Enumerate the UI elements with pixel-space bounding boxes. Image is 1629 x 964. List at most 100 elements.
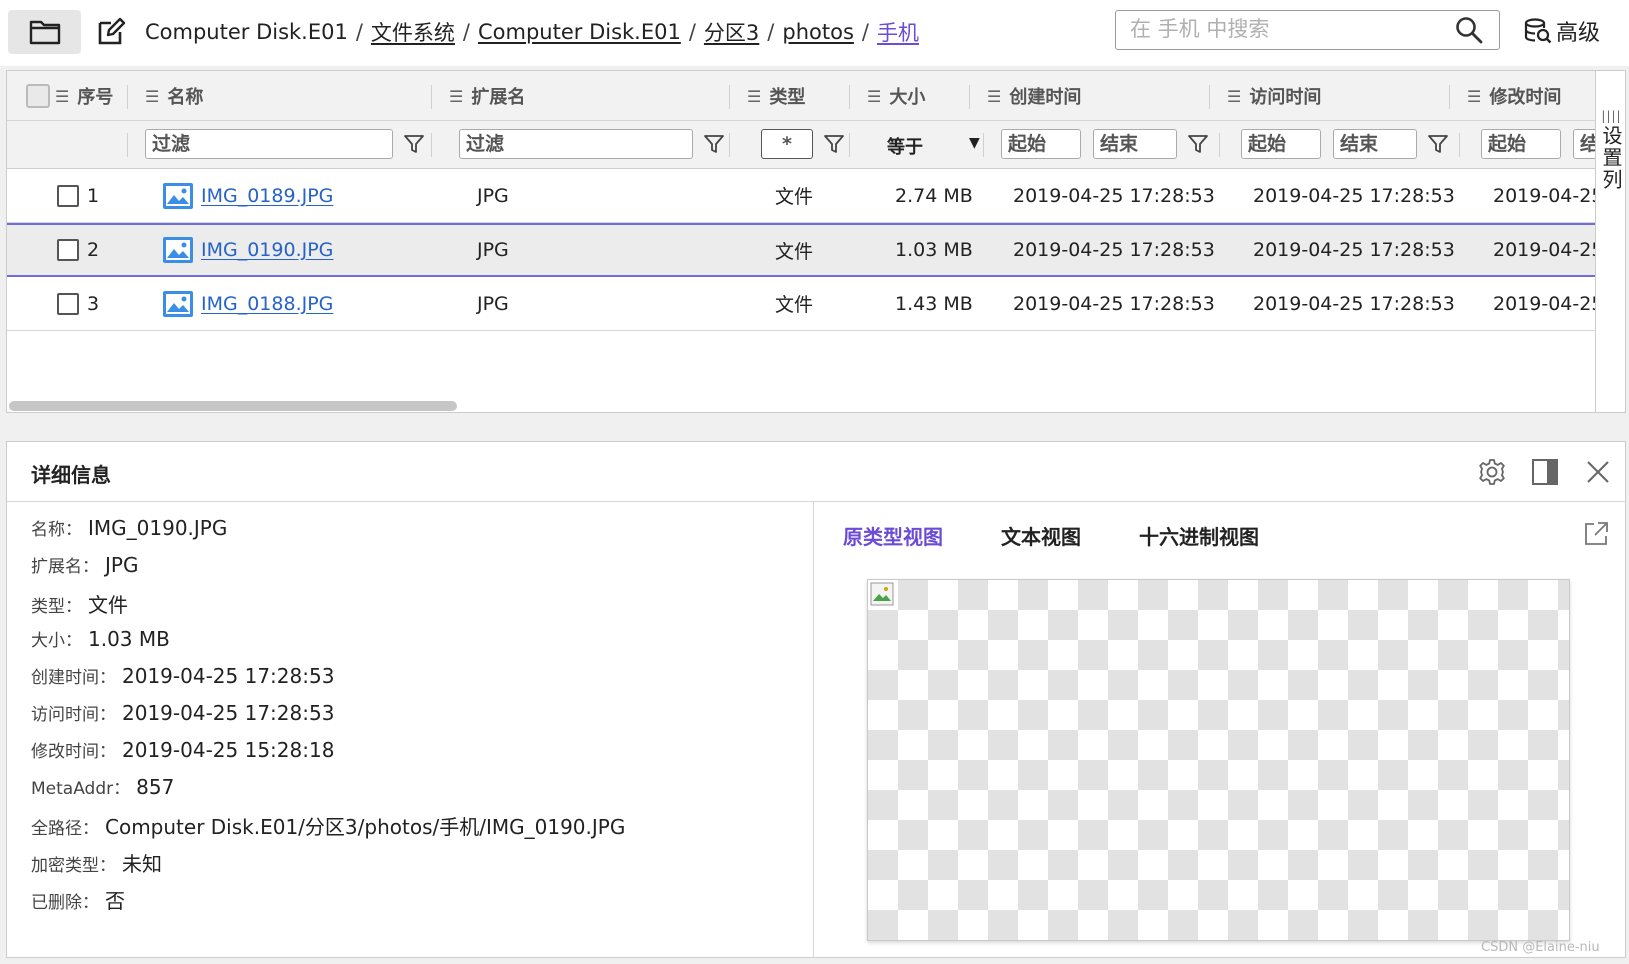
column-divider[interactable] (1449, 85, 1450, 109)
row-checkbox[interactable] (57, 239, 79, 261)
accessed-end-input[interactable]: 结束 (1333, 129, 1417, 159)
type-filter-input[interactable]: * (761, 129, 813, 159)
column-divider[interactable] (1209, 85, 1210, 109)
modified-start-input[interactable]: 起始 (1481, 129, 1561, 159)
property-key: 全路径： (31, 819, 99, 839)
accessed-start-input[interactable]: 起始 (1241, 129, 1321, 159)
funnel-icon[interactable] (823, 133, 845, 155)
table-row[interactable]: 1 IMG_0189.JPG JPG 文件 2.74 MB 2019-04-25… (7, 169, 1603, 223)
column-divider (849, 133, 850, 157)
row-size: 2.74 MB (895, 184, 973, 207)
details-panel: 详细信息 名称： IMG_0190.JPG 扩展名： JPG 类型： 文件 大小： 1.… (6, 441, 1626, 958)
breadcrumb-separator: / (861, 20, 869, 44)
file-name-link[interactable]: IMG_0189.JPG (201, 185, 333, 207)
row-created: 2019-04-25 17:28:53 (1013, 184, 1215, 207)
column-settings-label: 设置列 (1599, 125, 1623, 191)
external-link-icon[interactable] (1582, 520, 1610, 548)
funnel-icon[interactable] (703, 133, 725, 155)
edit-icon[interactable] (96, 17, 126, 47)
column-header-created[interactable]: ☰ 创建时间 (987, 71, 1081, 121)
column-header-modified[interactable]: ☰ 修改时间 (1467, 71, 1561, 121)
table-row[interactable]: 3 IMG_0188.JPG JPG 文件 1.43 MB 2019-04-25… (7, 277, 1603, 331)
column-header-type[interactable]: ☰ 类型 (747, 71, 805, 121)
breadcrumb-item-disk[interactable]: Computer Disk.E01 (478, 20, 681, 44)
column-label: 修改时间 (1489, 87, 1562, 108)
filter-row: 过滤 过滤 * 等于 ▼ 起始 结束 起始 结束 起始 结 (7, 121, 1613, 169)
created-end-input[interactable]: 结束 (1093, 129, 1177, 159)
property-key: 加密类型： (31, 856, 116, 876)
breadcrumb-item-filesystem[interactable]: 文件系统 (371, 17, 455, 47)
column-menu-icon: ☰ (747, 86, 762, 106)
search-input[interactable] (1116, 11, 1436, 47)
folder-button[interactable] (8, 10, 81, 54)
property-encryption: 加密类型： 未知 (31, 848, 625, 885)
column-label: 序号 (77, 87, 114, 108)
split-panel-icon[interactable] (1530, 457, 1560, 487)
row-type: 文件 (775, 186, 814, 208)
row-checkbox[interactable] (57, 292, 79, 315)
column-header-index[interactable]: ☰ 序号 (55, 71, 113, 121)
funnel-icon[interactable] (403, 133, 425, 155)
tab-original-view[interactable]: 原类型视图 (843, 521, 943, 550)
file-name-link[interactable]: IMG_0188.JPG (201, 293, 333, 315)
created-start-input[interactable]: 起始 (1001, 129, 1081, 159)
property-key: 大小： (31, 631, 82, 651)
row-accessed: 2019-04-25 17:28:53 (1253, 184, 1455, 207)
table-header: ☰ 序号 ☰ 名称 ☰ 扩展名 ☰ 类型 ☰ 大小 ☰ 创建时间 ☰ 访问时间 ☰ 修改时间 (7, 71, 1595, 121)
ext-filter-input[interactable]: 过滤 (459, 129, 693, 159)
column-divider[interactable] (729, 85, 730, 109)
property-value: Computer Disk.E01/分区3/photos/手机/IMG_0190… (105, 815, 626, 839)
grip-icon: |||| (1601, 109, 1622, 123)
row-size: 1.03 MB (895, 239, 973, 261)
panel-divider[interactable] (813, 502, 814, 958)
column-divider (983, 133, 984, 157)
select-all-checkbox[interactable] (26, 84, 50, 108)
row-checkbox[interactable] (57, 184, 79, 207)
breadcrumb-root[interactable]: Computer Disk.E01 (145, 20, 348, 44)
column-menu-icon: ☰ (55, 86, 70, 106)
column-menu-icon: ☰ (867, 86, 882, 106)
search-icon[interactable] (1455, 16, 1483, 44)
property-ext: 扩展名： JPG (31, 552, 625, 589)
column-label: 类型 (769, 87, 806, 108)
row-accessed: 2019-04-25 17:28:53 (1253, 292, 1455, 315)
horizontal-scrollbar[interactable] (9, 401, 457, 411)
row-accessed: 2019-04-25 17:28:53 (1253, 239, 1455, 261)
row-index: 1 (87, 184, 100, 207)
column-settings-button[interactable]: |||| 设置列 (1595, 71, 1625, 412)
column-header-size[interactable]: ☰ 大小 (867, 71, 925, 121)
column-divider[interactable] (431, 85, 432, 109)
name-filter-input[interactable]: 过滤 (145, 129, 393, 159)
dropdown-arrow-icon[interactable]: ▼ (969, 135, 980, 151)
column-header-accessed[interactable]: ☰ 访问时间 (1227, 71, 1321, 121)
property-key: 已删除： (31, 893, 99, 913)
funnel-icon[interactable] (1187, 133, 1209, 155)
image-file-icon (163, 237, 193, 263)
close-icon[interactable] (1583, 457, 1613, 487)
row-ext: JPG (477, 239, 509, 261)
breadcrumb: Computer Disk.E01 / 文件系统 / Computer Disk… (145, 16, 919, 48)
size-operator-select[interactable]: 等于 (887, 133, 923, 159)
tab-text-view[interactable]: 文本视图 (1001, 521, 1081, 550)
advanced-search-button[interactable]: 高级 (1524, 15, 1600, 47)
column-header-name[interactable]: ☰ 名称 (145, 71, 203, 121)
property-key: 访问时间： (31, 705, 116, 725)
breadcrumb-item-partition[interactable]: 分区3 (704, 17, 759, 47)
funnel-icon[interactable] (1427, 133, 1449, 155)
column-divider (431, 133, 432, 157)
column-divider[interactable] (127, 85, 128, 109)
property-type: 类型： 文件 (31, 589, 625, 626)
gear-icon[interactable] (1477, 457, 1507, 487)
column-header-ext[interactable]: ☰ 扩展名 (449, 71, 525, 121)
column-divider[interactable] (969, 85, 970, 109)
tab-hex-view[interactable]: 十六进制视图 (1139, 521, 1259, 550)
property-list: 名称： IMG_0190.JPG 扩展名： JPG 类型： 文件 大小： 1.03 MB… (31, 515, 625, 922)
breadcrumb-item-photos[interactable]: photos (782, 20, 854, 44)
details-header: 详细信息 (7, 442, 1625, 502)
column-menu-icon: ☰ (1467, 86, 1482, 106)
breadcrumb-current[interactable]: 手机 (877, 17, 919, 47)
property-deleted: 已删除： 否 (31, 885, 625, 922)
column-divider[interactable] (849, 85, 850, 109)
table-row-selected[interactable]: 2 IMG_0190.JPG JPG 文件 1.03 MB 2019-04-25… (7, 223, 1603, 277)
file-name-link[interactable]: IMG_0190.JPG (201, 239, 333, 261)
